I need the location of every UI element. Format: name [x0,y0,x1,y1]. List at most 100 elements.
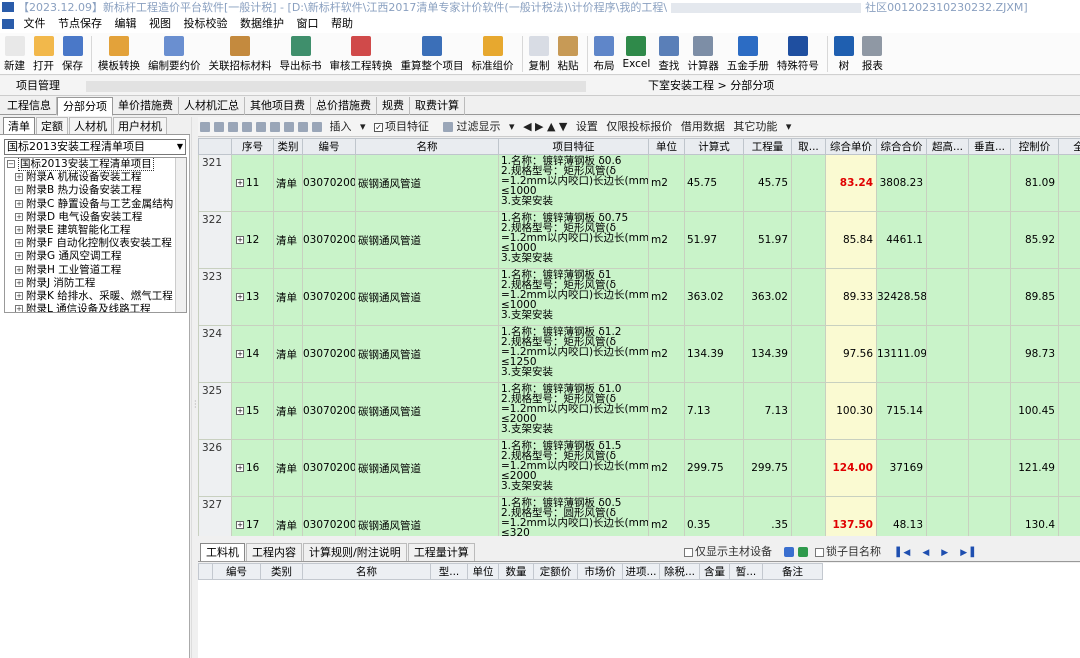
name-cell[interactable]: 碳钢通风管道 [355,268,499,326]
other-functions-menu[interactable]: 其它功能 ▾ [733,120,791,133]
seq-cell[interactable]: +17 [231,496,274,536]
seq-cell[interactable]: +16 [231,439,274,497]
column-header[interactable]: 类别 [260,563,303,580]
type-cell[interactable]: 清单 [273,496,303,536]
extra-cell[interactable] [1058,439,1080,497]
bid-only-button[interactable]: 仅限投标报价 [606,120,672,133]
unit-price-cell[interactable]: 100.30 [825,382,877,440]
column-header[interactable]: 取... [791,138,826,155]
feature-cell[interactable]: 1.名称：镀锌薄钢板 δ1 2.规格型号：矩形风管(δ =1.2mm以内咬口)长边长… [498,268,649,326]
insert-menu[interactable]: 插入 ▾ [330,120,366,133]
expand-icon[interactable]: + [15,225,23,234]
detail-tab[interactable]: 工料机 [200,543,245,561]
toolbar-button-9[interactable]: 标准组价 [472,33,514,73]
total-price-cell[interactable]: 715.14 [876,382,927,440]
toolbar-button-8[interactable]: 重算整个项目 [401,33,464,73]
unit-cell[interactable]: m2 [648,268,685,326]
expand-icon[interactable]: + [236,236,244,244]
insert-row-icon[interactable] [228,122,238,132]
quantity-cell[interactable]: 45.75 [743,154,792,212]
tree-item[interactable]: + 附录E 建筑智能化工程 [5,224,186,237]
tree-item[interactable]: + 附录G 通风空调工程 [5,250,186,263]
tree-item[interactable]: + 附录B 热力设备安装工程 [5,184,186,197]
vertical-cell[interactable] [968,439,1011,497]
tree-item[interactable]: + 附录A 机械设备安装工程 [5,171,186,184]
rate-cell[interactable] [791,325,826,383]
extra-cell[interactable] [1058,268,1080,326]
control-price-cell[interactable]: 130.4 [1010,496,1059,536]
toolbar-button-0[interactable]: 新建 [4,33,25,73]
nav-arrows[interactable]: ◀ ▶ ▲ ▼ [523,120,567,133]
toolbar-button-12[interactable]: 布局 [594,33,615,73]
borrow-data-button[interactable]: 借用数据 [681,120,725,133]
tree-item[interactable]: + 附录D 电气设备安装工程 [5,211,186,224]
over-height-cell[interactable] [926,268,969,326]
table-row[interactable]: 325+15清单030702001015碳钢通风管道1.名称：镀锌薄钢板 δ1.… [198,382,1080,440]
column-header[interactable]: 含量 [699,563,730,580]
toolbar-button-14[interactable]: 查找 [658,33,679,73]
control-price-cell[interactable]: 85.92 [1010,211,1059,269]
quantity-cell[interactable]: 51.97 [743,211,792,269]
unit-price-cell[interactable]: 137.50 [825,496,877,536]
code-cell[interactable]: 030702001014 [302,325,356,383]
rate-cell[interactable] [791,382,826,440]
settings-button[interactable]: 设置 [576,120,598,133]
total-price-cell[interactable]: 3808.23 [876,154,927,212]
panel-splitter[interactable]: · · · [191,117,198,658]
seq-cell[interactable]: +15 [231,382,274,440]
menu-view[interactable]: 视图 [149,17,171,30]
expand-icon[interactable]: + [236,350,244,358]
tree-item[interactable]: + 附录J 消防工程 [5,277,186,290]
expand-icon[interactable]: + [15,239,23,248]
unit-cell[interactable]: m2 [648,325,685,383]
lock-name-toggle[interactable]: 锁子目名称 [815,545,881,558]
total-price-cell[interactable]: 13111.09 [876,325,927,383]
main-only-toggle[interactable]: 仅显示主材设备 [684,545,772,558]
type-cell[interactable]: 清单 [273,382,303,440]
tree-scrollbar[interactable] [175,158,186,312]
toolbar-button-16[interactable]: 五金手册 [727,33,769,73]
column-header[interactable]: 名称 [302,563,431,580]
over-height-cell[interactable] [926,496,969,536]
main-tab[interactable]: 其他项目费 [245,97,311,115]
menu-data-maintain[interactable]: 数据维护 [240,17,284,30]
nav-next-icon[interactable]: ▶ [941,548,948,558]
expand-icon[interactable]: + [15,305,23,312]
vertical-cell[interactable] [968,211,1011,269]
formula-cell[interactable]: 363.02 [684,268,744,326]
seq-cell[interactable]: +14 [231,325,274,383]
feature-cell[interactable]: 1.名称：镀锌薄钢板 δ1.0 2.规格型号：矩形风管(δ =1.2mm以内咬口)长… [498,382,649,440]
expand-icon[interactable]: + [15,173,23,182]
detail-tab[interactable]: 工程量计算 [407,543,475,561]
expand-icon[interactable]: + [236,407,244,415]
seq-cell[interactable]: +12 [231,211,274,269]
control-price-cell[interactable]: 100.45 [1010,382,1059,440]
unit-cell[interactable]: m2 [648,382,685,440]
expand-icon[interactable]: + [236,179,244,187]
table-row[interactable]: 327+17清单030702001017碳钢通风管道1.名称：镀锌薄钢板 δ0.… [198,496,1080,536]
left-tab[interactable]: 清单 [3,117,35,134]
quantity-cell[interactable]: 363.02 [743,268,792,326]
toolbar-button-5[interactable]: 关联招标材料 [209,33,272,73]
toolbar-button-4[interactable]: 编制要约价 [148,33,201,73]
toolbar-button-19[interactable]: 报表 [862,33,883,73]
unit-price-cell[interactable]: 97.56 [825,325,877,383]
column-header[interactable]: 控制价 [1010,138,1059,155]
over-height-cell[interactable] [926,439,969,497]
control-price-cell[interactable]: 81.09 [1010,154,1059,212]
extra-cell[interactable] [1058,154,1080,212]
toolbar-button-2[interactable]: 保存 [62,33,83,73]
menu-help[interactable]: 帮助 [331,17,353,30]
rate-cell[interactable] [791,496,826,536]
toolbar-button-18[interactable]: 树 [833,33,854,73]
type-cell[interactable]: 清单 [273,325,303,383]
column-header[interactable]: 编号 [212,563,261,580]
toolbar-button-3[interactable]: 模板转换 [98,33,140,73]
link-icon[interactable] [797,547,808,557]
main-tab[interactable]: 总价措施费 [311,97,377,115]
toolbar-button-7[interactable]: 审核工程转换 [330,33,393,73]
column-header[interactable]: 计算式 [684,138,744,155]
menu-file[interactable]: 文件 [24,17,46,30]
main-tab[interactable]: 人材机汇总 [179,97,245,115]
unit-cell[interactable]: m2 [648,211,685,269]
